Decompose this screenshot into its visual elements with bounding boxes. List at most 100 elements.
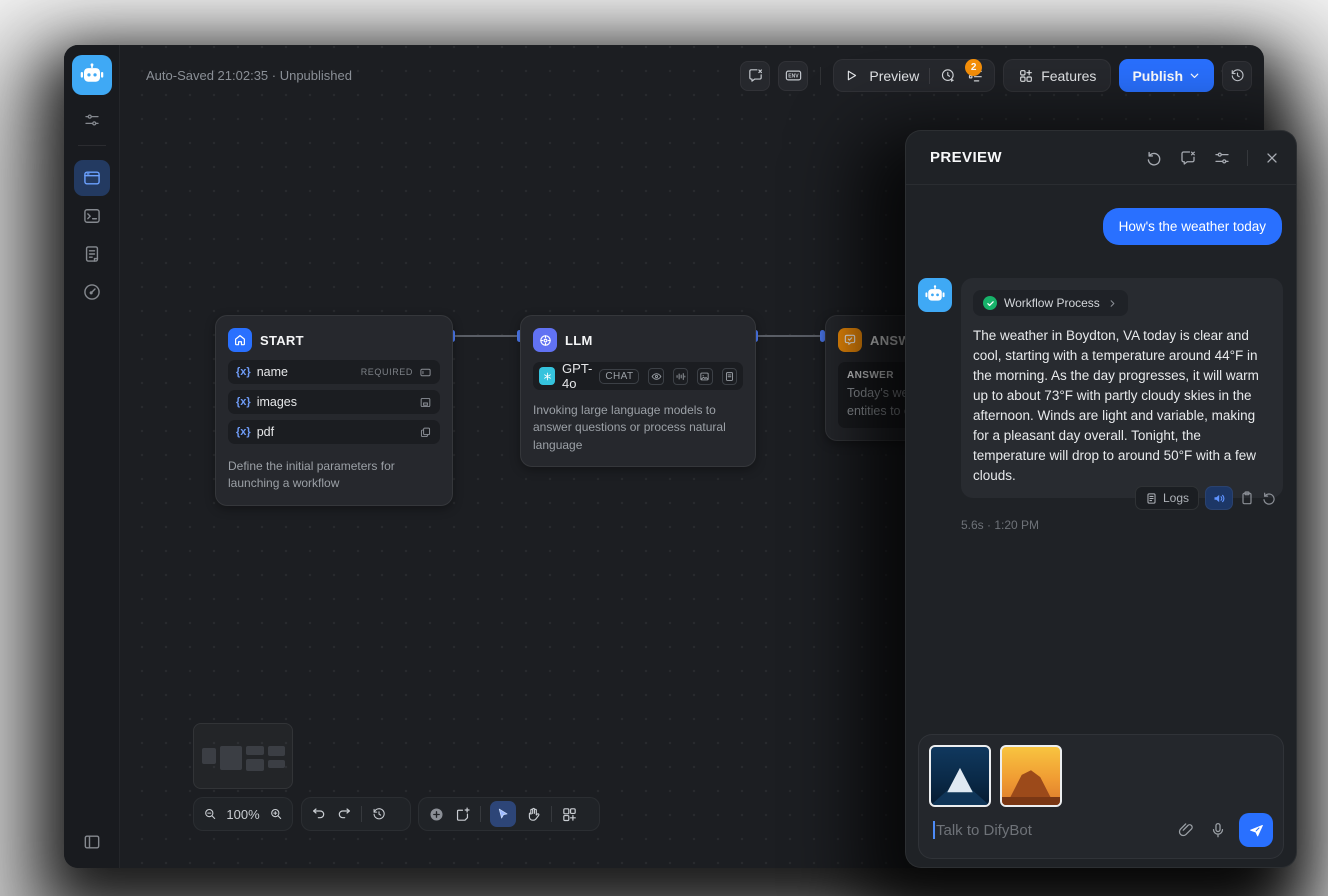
add-node-icon[interactable] (428, 806, 445, 823)
start-variable-pdf[interactable]: {x} pdf (228, 420, 440, 444)
sliders-icon (83, 111, 101, 129)
model-name: GPT-4o (562, 361, 592, 391)
preview-panel: PREVIEW How's the weather today (905, 130, 1297, 868)
zoom-in-icon[interactable] (269, 806, 283, 822)
preview-title: PREVIEW (930, 149, 1145, 166)
chat-input[interactable] (936, 822, 1177, 839)
zoom-out-icon[interactable] (203, 806, 217, 822)
edge-start-to-llm (454, 335, 520, 337)
speak-aloud-button[interactable] (1205, 486, 1233, 510)
organize-nodes-icon[interactable] (561, 806, 578, 823)
close-icon[interactable] (1264, 150, 1280, 166)
minimap-node (220, 746, 242, 770)
sidebar-divider (78, 145, 106, 146)
user-message-bubble: How's the weather today (1103, 208, 1282, 245)
sidebar-item-orchestrate[interactable] (74, 160, 110, 196)
edge-llm-to-answer (757, 335, 823, 337)
history-icon[interactable] (371, 806, 387, 822)
redo-icon[interactable] (336, 806, 352, 822)
robot-icon (924, 284, 946, 306)
chat-x-icon[interactable] (1179, 149, 1197, 167)
chat-composer (918, 734, 1284, 859)
node-llm[interactable]: LLM GPT-4o CHAT (520, 315, 756, 467)
bot-message-card: Workflow Process The weather in Boydton,… (961, 278, 1283, 498)
features-label: Features (1041, 68, 1096, 84)
checklist-wrap[interactable]: 2 (967, 67, 984, 84)
home-icon (228, 328, 252, 352)
robot-icon (79, 62, 105, 88)
copy-button[interactable] (1239, 490, 1255, 506)
svg-text:ENV: ENV (788, 74, 799, 80)
node-description: Define the initial parameters for launch… (216, 450, 452, 505)
regenerate-button[interactable] (1261, 490, 1277, 506)
llm-model-selector[interactable]: GPT-4o CHAT (533, 362, 743, 390)
speaker-icon (1212, 491, 1227, 506)
conversation-settings-icon[interactable] (1213, 149, 1231, 167)
restart-conversation-icon[interactable] (1145, 149, 1163, 167)
node-start[interactable]: START {x} name REQUIRED {x} images (215, 315, 453, 506)
clipboard-icon (1239, 490, 1255, 506)
sidebar-item-terminal[interactable] (74, 198, 110, 234)
logs-icon (82, 244, 102, 264)
node-title: START (260, 333, 304, 348)
workflow-process-label: Workflow Process (1004, 296, 1100, 310)
logs-button[interactable]: Logs (1135, 486, 1199, 510)
message-actions: Logs (1135, 486, 1277, 510)
variable-name: images (257, 395, 413, 409)
attach-file-icon[interactable] (1177, 821, 1195, 839)
text-input-icon (419, 366, 432, 379)
node-description: Invoking large language models to answer… (521, 390, 755, 466)
attachment-thumbnails (929, 745, 1273, 807)
monitor-gauge-icon (82, 282, 102, 302)
hand-tool-icon[interactable] (525, 806, 542, 823)
header-toolbar: ENV Preview (740, 59, 1252, 92)
undo-toolbar (301, 797, 411, 831)
send-icon (1248, 822, 1265, 839)
env-variables-button[interactable]: ENV (778, 61, 808, 91)
minimap[interactable] (193, 723, 293, 789)
add-note-icon[interactable] (454, 806, 471, 823)
collapse-sidebar-icon (82, 832, 102, 852)
node-title: LLM (565, 333, 593, 348)
logs-label: Logs (1163, 491, 1189, 505)
send-button[interactable] (1239, 813, 1273, 847)
required-badge: REQUIRED (361, 367, 413, 377)
undo-icon[interactable] (311, 806, 327, 822)
annotation-button[interactable] (740, 61, 770, 91)
gpt-4o-icon (539, 367, 555, 385)
variable-name: name (257, 365, 355, 379)
workflow-settings-button[interactable] (83, 111, 101, 129)
chevron-right-icon (1107, 298, 1118, 309)
app-robot-icon[interactable] (72, 55, 112, 95)
image-icon (419, 396, 432, 409)
variable-token: {x} (236, 426, 251, 438)
microphone-icon[interactable] (1209, 821, 1227, 839)
minimap-node (268, 746, 285, 756)
variable-token: {x} (236, 396, 251, 408)
publish-label: Publish (1132, 68, 1183, 84)
zoom-level[interactable]: 100% (226, 807, 259, 822)
attachment-blue-mountain[interactable] (929, 745, 991, 807)
collapse-sidebar-button[interactable] (82, 832, 102, 852)
publish-button[interactable]: Publish (1119, 59, 1214, 92)
sidebar-item-monitoring[interactable] (74, 274, 110, 310)
bot-message-text: The weather in Boydton, VA today is clea… (973, 326, 1271, 486)
minimap-node (268, 760, 285, 768)
minimap-node (246, 746, 264, 755)
version-history-button[interactable] (1222, 61, 1252, 91)
start-variable-images[interactable]: {x} images (228, 390, 440, 414)
chevron-down-icon (1188, 69, 1201, 82)
preview-button[interactable]: Preview (869, 68, 919, 84)
screen: Auto-Saved 21:02:35 · Unpublished ENV (0, 0, 1328, 896)
divider (480, 806, 481, 822)
features-button[interactable]: Features (1003, 59, 1111, 92)
sidebar-item-logs[interactable] (74, 236, 110, 272)
pointer-tool-button[interactable] (490, 801, 516, 827)
attachment-orange-mountain[interactable] (1000, 745, 1062, 807)
workflow-process-toggle[interactable]: Workflow Process (973, 290, 1128, 316)
run-history-icon[interactable] (940, 67, 957, 84)
cursor-icon (496, 807, 510, 821)
minimap-node (202, 748, 216, 764)
start-variable-name[interactable]: {x} name REQUIRED (228, 360, 440, 384)
sidebar (64, 45, 120, 868)
